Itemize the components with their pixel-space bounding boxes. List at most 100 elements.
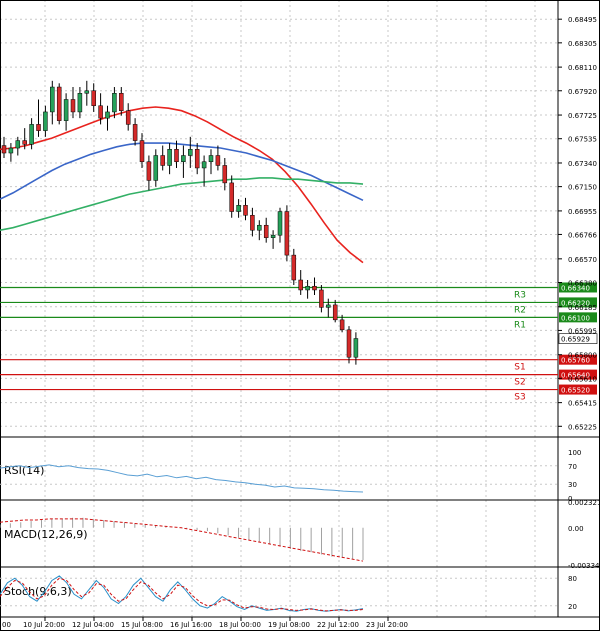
panel-frames (0, 0, 600, 631)
candle (146, 155, 152, 191)
candle (91, 83, 96, 112)
candle-body (181, 155, 186, 162)
candle (36, 99, 41, 137)
current-price-label: 0.65929 (561, 336, 590, 344)
candle (277, 207, 283, 243)
candle-body (291, 254, 297, 281)
y-tick-label: 0.65995 (568, 327, 597, 335)
candle (63, 93, 69, 131)
grid (0, 0, 558, 617)
y-tick-label: 0.66766 (568, 231, 597, 239)
ma-mid-line (0, 142, 364, 202)
candle (181, 145, 186, 178)
rsi-tick-label: 70 (568, 463, 577, 471)
candle (257, 220, 262, 241)
candle (284, 205, 290, 262)
candle-body (194, 149, 200, 169)
candle (160, 145, 165, 171)
candle-body (284, 211, 290, 256)
candle-body (36, 124, 41, 131)
level-label-r2: R2 (514, 305, 526, 315)
candle-body (305, 285, 310, 291)
candle (153, 149, 159, 187)
candle (326, 298, 331, 318)
macd-tick-label: -0.003348 (568, 562, 600, 570)
level-label-s1: S1 (514, 363, 525, 373)
candle (112, 87, 117, 119)
candle (194, 143, 200, 175)
candle-body (312, 285, 317, 291)
stochastic-panel: Stoch(9,6,3) 80 20 (0, 575, 577, 612)
candle-body (160, 155, 165, 166)
candle-body (339, 319, 345, 331)
candle-body (243, 205, 248, 216)
time-axis: 00 10 Jul 20:00 12 Jul 04:00 15 Jul 08:00 16… (0, 617, 408, 629)
candle (250, 207, 255, 237)
candle-body (43, 111, 48, 131)
candle-body (236, 205, 241, 212)
x-tick-label: 10 Jul 20:00 (23, 621, 65, 629)
candle-body (8, 147, 14, 154)
candle (132, 118, 138, 146)
macd-panel: MACD(12,26,9) 0.002321 0.00 -0.003348 (0, 499, 600, 570)
candle (1, 136, 7, 159)
candle-body (50, 86, 55, 113)
candle (43, 105, 48, 137)
candle (167, 143, 172, 175)
candle-body (257, 224, 262, 231)
x-tick-label: 19 Jul 08:00 (268, 621, 310, 629)
stoch-title: Stoch(9,6,3) (4, 585, 72, 598)
candle-body (22, 140, 27, 145)
candle-body (56, 86, 62, 121)
candle-body (201, 161, 207, 169)
candle-body (98, 105, 103, 119)
y-tick-label: 0.66955 (568, 208, 597, 216)
candle (319, 284, 324, 313)
y-tick-label: 0.65225 (568, 423, 597, 431)
candle-body (208, 155, 214, 162)
y-tick-label: 0.67725 (568, 112, 597, 120)
y-tick-label: 0.65415 (568, 400, 597, 408)
x-tick-label: 12 Jul 04:00 (72, 621, 114, 629)
y-tick-label: 0.65800 (568, 352, 597, 360)
level-price-label: 0.66100 (561, 314, 590, 322)
rsi-panel: RSI(14)10070300 (0, 449, 581, 503)
candle-body (167, 149, 172, 166)
candle-body (326, 304, 331, 308)
candle-body (277, 211, 283, 236)
candle-body (250, 215, 255, 231)
candle (298, 270, 303, 295)
y-tick-label: 0.65610 (568, 375, 597, 383)
candle-body (215, 155, 221, 166)
candle (119, 87, 124, 116)
candle (84, 80, 90, 106)
candle (332, 299, 338, 323)
y-tick-label: 0.66570 (568, 256, 597, 264)
candle-body (91, 90, 96, 106)
y-tick-label: 0.68495 (568, 16, 597, 24)
candle-body (77, 93, 83, 113)
candle-body (125, 110, 131, 125)
candle-body (105, 111, 110, 119)
x-tick-label: 22 Jul 12:00 (317, 621, 359, 629)
candle (243, 197, 248, 221)
candle (346, 326, 352, 364)
candle-body (153, 155, 159, 181)
level-label-r1: R1 (514, 320, 526, 330)
candle-body (70, 99, 76, 113)
candle (236, 199, 241, 218)
candle (50, 80, 55, 125)
y-tick-label: 0.67535 (568, 136, 597, 144)
rsi-tick-label: 30 (568, 481, 577, 489)
candle-body (188, 149, 193, 156)
moving-averages (0, 106, 364, 264)
candle (105, 105, 110, 131)
trading-chart[interactable]: R30.66340R20.66220R10.66100S10.65760S20.… (0, 0, 600, 631)
price-axis: 0.68495 0.68305 0.68110 0.67920 0.67725 0.675… (558, 16, 597, 431)
candle (229, 175, 234, 218)
candle (270, 230, 276, 249)
candle-body (353, 338, 359, 358)
candle (312, 277, 317, 295)
candle-body (1, 145, 7, 154)
x-tick-label: 18 Jul 00:00 (219, 621, 261, 629)
